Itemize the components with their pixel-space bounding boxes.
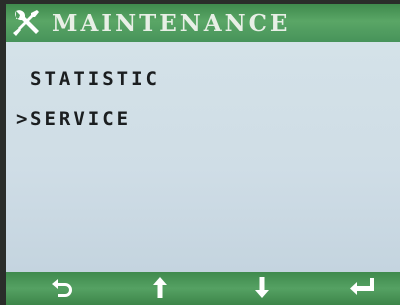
back-icon (49, 274, 75, 304)
softkey-bar (6, 272, 400, 305)
back-button[interactable] (32, 272, 92, 305)
down-button[interactable] (232, 272, 292, 305)
device-screen: MAINTENANCE STATISTIC >SERVICE (0, 0, 400, 305)
title-bar: MAINTENANCE (6, 4, 400, 42)
arrow-up-icon (148, 274, 172, 304)
menu-panel: STATISTIC >SERVICE (6, 42, 400, 272)
menu-item-label: STATISTIC (30, 68, 160, 90)
page-title: MAINTENANCE (52, 9, 291, 37)
enter-button[interactable] (332, 272, 392, 305)
selection-cursor: > (16, 108, 31, 130)
menu-item-statistic[interactable]: STATISTIC (16, 68, 160, 90)
arrow-down-icon (250, 274, 274, 304)
menu-item-label: SERVICE (30, 108, 132, 130)
up-button[interactable] (130, 272, 190, 305)
tools-icon (8, 5, 44, 41)
enter-icon (347, 274, 377, 304)
menu-item-service[interactable]: >SERVICE (16, 108, 131, 130)
